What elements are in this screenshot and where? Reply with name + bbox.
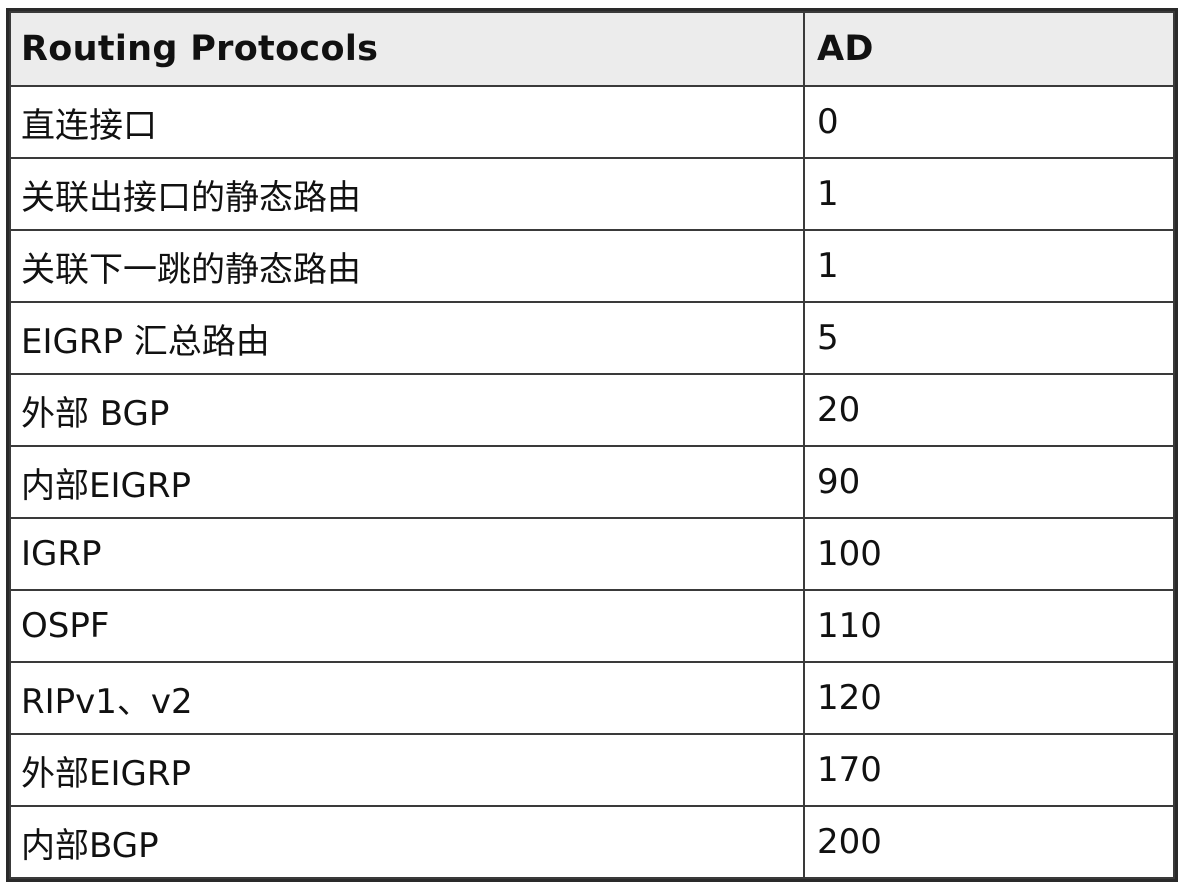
protocol-cell: RIPv1、v2 xyxy=(9,661,805,735)
protocol-cell: 关联出接口的静态路由 xyxy=(9,157,805,231)
protocol-cell: 内部EIGRP xyxy=(9,445,805,519)
table-row: 内部BGP 200 xyxy=(9,805,1175,879)
table-row: 直连接口 0 xyxy=(9,85,1175,159)
table-row: RIPv1、v2 120 xyxy=(9,661,1175,735)
ad-cell: 0 xyxy=(803,85,1175,159)
ad-cell: 200 xyxy=(803,805,1175,879)
ad-cell: 5 xyxy=(803,301,1175,375)
ad-cell: 1 xyxy=(803,157,1175,231)
table-row: EIGRP 汇总路由 5 xyxy=(9,301,1175,375)
ad-cell: 120 xyxy=(803,661,1175,735)
routing-ad-table-container: Routing Protocols AD 直连接口 0 关联出接口的静态路由 1… xyxy=(6,8,1178,882)
ad-cell: 90 xyxy=(803,445,1175,519)
protocol-cell: 外部 BGP xyxy=(9,373,805,447)
table-row: OSPF 110 xyxy=(9,589,1175,663)
ad-cell: 110 xyxy=(803,589,1175,663)
table-row: 关联下一跳的静态路由 1 xyxy=(9,229,1175,303)
table-row: 外部 BGP 20 xyxy=(9,373,1175,447)
protocol-cell: IGRP xyxy=(9,517,805,591)
column-header-routing-protocols: Routing Protocols xyxy=(9,11,805,87)
table-header-row: Routing Protocols AD xyxy=(9,11,1175,87)
routing-ad-table: Routing Protocols AD 直连接口 0 关联出接口的静态路由 1… xyxy=(9,11,1175,879)
protocol-cell: 直连接口 xyxy=(9,85,805,159)
protocol-cell: OSPF xyxy=(9,589,805,663)
ad-cell: 20 xyxy=(803,373,1175,447)
protocol-cell: 内部BGP xyxy=(9,805,805,879)
table-row: 内部EIGRP 90 xyxy=(9,445,1175,519)
column-header-ad: AD xyxy=(803,11,1175,87)
table-row: 关联出接口的静态路由 1 xyxy=(9,157,1175,231)
protocol-cell: 关联下一跳的静态路由 xyxy=(9,229,805,303)
ad-cell: 100 xyxy=(803,517,1175,591)
ad-cell: 170 xyxy=(803,733,1175,807)
protocol-cell: EIGRP 汇总路由 xyxy=(9,301,805,375)
table-row: IGRP 100 xyxy=(9,517,1175,591)
protocol-cell: 外部EIGRP xyxy=(9,733,805,807)
table-row: 外部EIGRP 170 xyxy=(9,733,1175,807)
ad-cell: 1 xyxy=(803,229,1175,303)
